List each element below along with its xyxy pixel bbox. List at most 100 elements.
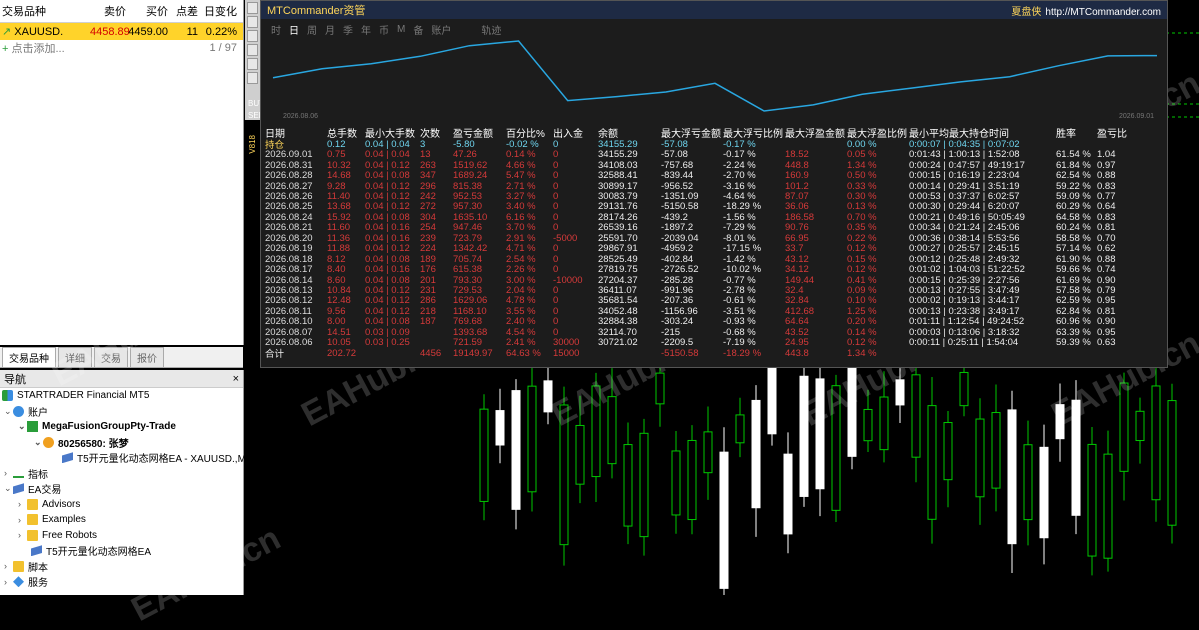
table-cell: -215 (661, 326, 681, 338)
col-change[interactable]: 日变化 (198, 3, 241, 19)
col-ask[interactable]: 买价 (126, 3, 168, 19)
candle-body (671, 450, 681, 516)
open-positions-row[interactable]: 持仓 0.12 0.04 | 0.04 3 -5.80 -0.02 % 0 34155.29-… (265, 138, 1137, 152)
chevron-down-icon[interactable]: ⌄ (4, 483, 13, 494)
site-link[interactable]: http://MTCommander.com (1045, 7, 1161, 18)
change-value: 0.22% (205, 25, 237, 38)
col-spread[interactable]: 点差 (168, 3, 198, 19)
tab-month[interactable]: 月 (325, 22, 335, 37)
table-cell: 36.06 (785, 201, 809, 213)
table-cell: -0.68 % (723, 326, 756, 338)
hdr-max-float-profit-pct[interactable]: 最大浮盈比例 (847, 125, 909, 140)
table-row[interactable]: 2026.08.13 10.84 0.04 | 0.12 231 729.53 2.04 … (265, 285, 1137, 296)
table-cell: 201 (420, 274, 436, 286)
hdr-count[interactable]: 次数 (420, 125, 453, 140)
candle-body (943, 422, 953, 481)
table-row[interactable]: 2026.08.26 11.40 0.04 | 0.12 242 952.53 3.27 … (265, 190, 1137, 202)
tab-quarter[interactable]: 季 (343, 22, 353, 37)
table-row[interactable]: 2026.08.12 12.48 0.04 | 0.12 286 1629.06 4.78… (265, 295, 1137, 307)
nav-item-accounts[interactable]: ⌄ 账户 (0, 404, 243, 420)
table-row[interactable]: 2026.09.01 0.75 0.04 | 0.04 13 47.26 0.14 % 0 3… (265, 149, 1137, 160)
table-cell: 2026.08.25 (265, 201, 313, 213)
table-cell: 0.62 (1097, 243, 1116, 255)
hdr-winrate[interactable]: 胜率 (1056, 125, 1097, 140)
table-cell: -303.24 (661, 316, 694, 328)
table-cell: 60.24 % (1056, 222, 1091, 234)
panel-title: MTCommander资管 (267, 5, 366, 17)
tab-currency[interactable]: 币 (379, 22, 389, 37)
table-row[interactable]: 2026.08.17 8.40 0.04 | 0.16 176 615.38 2.26 %… (265, 264, 1137, 276)
nav-item-account-user[interactable]: ⌄ 80256580: 张梦 (0, 435, 243, 451)
nav-item-expert-advisors[interactable]: ⌄ EA交易 (0, 481, 243, 497)
table-cell: 160.9 (785, 170, 809, 182)
table-cell: 12.48 (327, 295, 351, 307)
chevron-down-icon[interactable]: ⌄ (18, 421, 27, 432)
chevron-down-icon[interactable]: ⌄ (34, 437, 43, 448)
hdr-deposit[interactable]: 出入金 (553, 125, 598, 140)
table-row[interactable]: 2026.08.18 8.12 0.04 | 0.08 189 705.74 2.54 %… (265, 254, 1137, 265)
nav-item-running-ea[interactable]: T5开元量化动态网格EA - XAUUSD.,M (0, 450, 246, 466)
ea-icon (31, 545, 42, 557)
table-row[interactable]: 2026.08.31 10.32 0.04 | 0.12 263 1519.62 4.66… (265, 159, 1137, 171)
col-symbol[interactable]: 交易品种 (0, 3, 90, 19)
nav-item-broker[interactable]: STARTRADER Financial MT5 (0, 388, 243, 404)
nav-label: T5开元量化动态网格EA - XAUUSD.,M (77, 454, 246, 466)
hdr-minmax-lots[interactable]: 最小大手数 (365, 125, 420, 140)
col-bid[interactable]: 卖价 (90, 3, 126, 19)
table-cell: -5.80 (453, 138, 475, 150)
tab-track[interactable]: 轨迹 (481, 22, 501, 37)
table-row[interactable]: 2026.08.19 11.88 0.04 | 0.12 224 1342.42 4.71… (265, 243, 1137, 255)
tab-hour[interactable]: 时 (271, 22, 281, 37)
hdr-balance[interactable]: 余额 (598, 125, 661, 140)
table-row[interactable]: 2026.08.25 13.68 0.04 | 0.12 272 957.30 3.40 … (265, 201, 1137, 213)
hdr-max-dd-pct[interactable]: 最大浮亏比例 (723, 125, 785, 140)
hdr-lots[interactable]: 总手数 (327, 125, 365, 140)
table-row[interactable]: 2026.08.06 10.05 0.03 | 0.25 721.59 2.41 % 30… (265, 337, 1137, 348)
tab-year[interactable]: 年 (361, 22, 371, 37)
nav-item-examples[interactable]: › Examples (0, 512, 243, 528)
close-icon[interactable]: × (233, 373, 239, 385)
table-row[interactable]: 2026.08.28 14.68 0.04 | 0.08 347 1689.24 5.47… (265, 170, 1137, 182)
chevron-right-icon[interactable]: › (18, 499, 27, 509)
table-cell: 101.2 (785, 180, 809, 192)
hdr-max-float-profit[interactable]: 最大浮盈金额 (785, 125, 847, 140)
chevron-right-icon[interactable]: › (4, 577, 13, 587)
hdr-pnl[interactable]: 盈亏金额 (453, 125, 506, 140)
tab-m[interactable]: M (397, 24, 405, 35)
hdr-percent[interactable]: 百分比% (506, 125, 553, 140)
table-cell: -1156.96 (661, 305, 698, 317)
table-row[interactable]: 2026.08.21 11.60 0.04 | 0.16 254 947.46 3.70 … (265, 222, 1137, 234)
nav-item-free-robots[interactable]: › Free Robots (0, 528, 243, 544)
tab-note[interactable]: 备 (413, 22, 423, 37)
nav-item-indicators[interactable]: › 指标 (0, 466, 243, 482)
hdr-max-dd[interactable]: 最大浮亏金额 (661, 125, 723, 140)
chevron-right-icon[interactable]: › (18, 515, 27, 525)
table-cell: -10000 (553, 274, 583, 286)
chevron-right-icon[interactable]: › (4, 561, 13, 571)
table-row[interactable]: 2026.08.11 9.56 0.04 | 0.12 218 1168.10 3.55 … (265, 305, 1137, 317)
tab-day[interactable]: 日 (289, 22, 299, 37)
chevron-right-icon[interactable]: › (18, 530, 27, 540)
table-cell: 2.26 % (506, 264, 536, 276)
table-cell: 2026.08.14 (265, 274, 313, 286)
table-row[interactable]: 2026.08.10 8.00 0.04 | 0.08 187 769.68 2.40 %… (265, 316, 1137, 328)
table-row[interactable]: 2026.08.07 14.51 0.03 | 0.09 1393.68 4.54 % 0… (265, 326, 1137, 338)
table-cell: 59.22 % (1056, 180, 1091, 192)
table-row[interactable]: 2026.08.14 8.60 0.04 | 0.08 201 793.30 3.00 %… (265, 274, 1137, 286)
chevron-down-icon[interactable]: ⌄ (4, 406, 13, 417)
chevron-right-icon[interactable]: › (4, 468, 13, 478)
nav-item-advisors[interactable]: › Advisors (0, 497, 243, 513)
hdr-pl-ratio[interactable]: 盈亏比 (1097, 125, 1137, 140)
table-cell: 0.04 | 0.12 (365, 190, 410, 202)
tab-account[interactable]: 账户 (431, 22, 451, 37)
folder-icon (13, 560, 24, 572)
tab-week[interactable]: 周 (307, 22, 317, 37)
table-row[interactable]: 2026.08.24 15.92 0.04 | 0.08 304 1635.10 6.16… (265, 212, 1137, 223)
symbol-row[interactable]: ↗ XAUUSD. 4458.89 4459.00 11 0.22% (0, 23, 243, 40)
table-row[interactable]: 2026.08.20 11.36 0.04 | 0.16 239 723.79 2.91 … (265, 233, 1137, 244)
table-row[interactable]: 2026.08.27 9.28 0.04 | 0.12 296 815.38 2.71 %… (265, 180, 1137, 192)
nav-item-server[interactable]: ⌄ MegaFusionGroupPty-Trade (0, 419, 243, 435)
total-row[interactable]: 合计 202.72 4456 19149.97 64.63 % 15000 -5150.58… (265, 348, 1137, 361)
table-cell: 4.66 % (506, 159, 536, 171)
hdr-hold-time[interactable]: 最小平均最大持仓时间 (909, 125, 1056, 140)
